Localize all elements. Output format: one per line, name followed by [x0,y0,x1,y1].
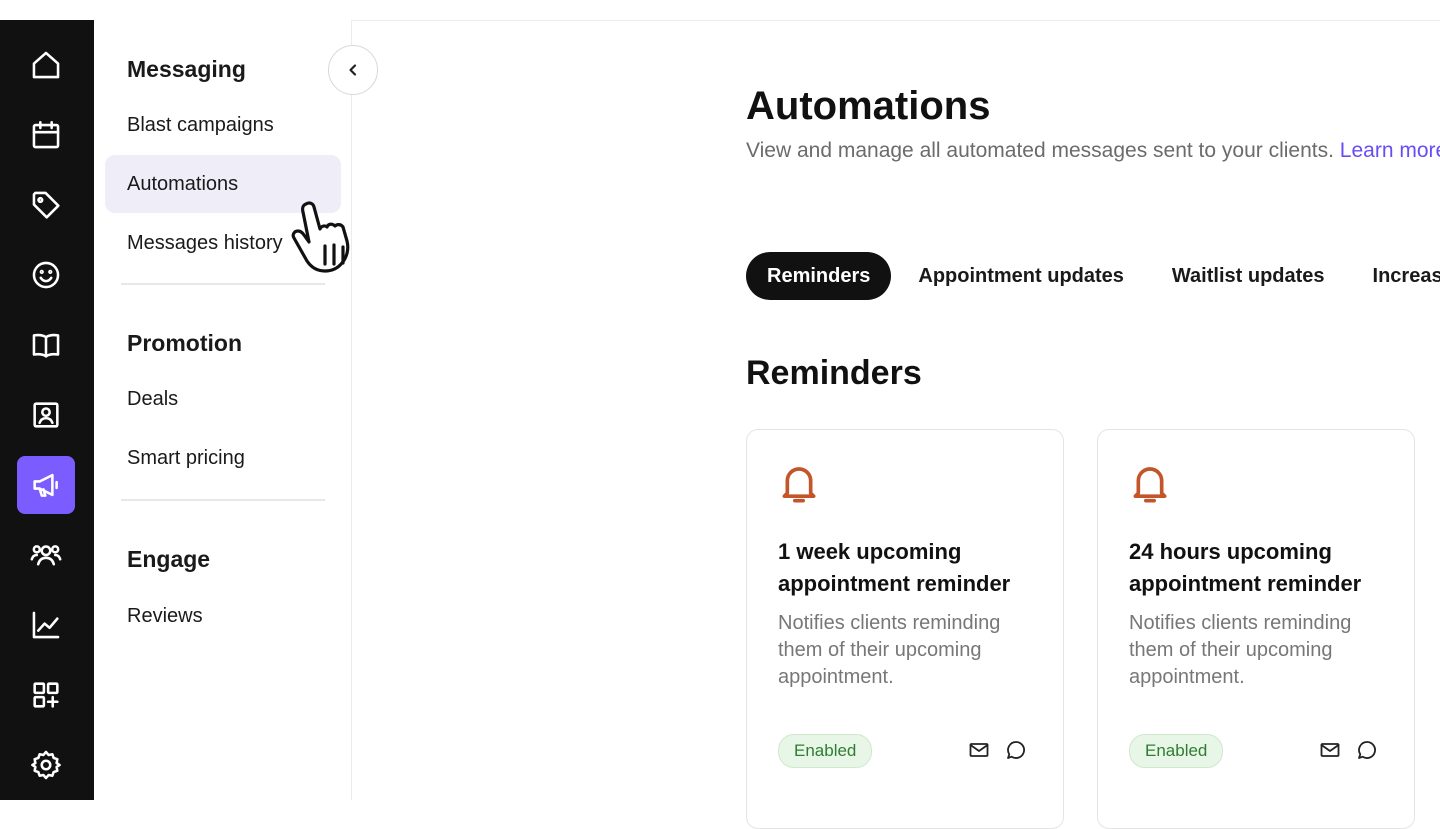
card-title: 24 hours upcoming appointment reminder [1129,539,1362,596]
tag-icon [32,191,60,219]
email-icon [967,738,991,762]
rail-book-button[interactable] [17,316,75,374]
collapse-sidebar-button[interactable] [328,45,378,95]
subnav-item-messages-history[interactable]: Messages history [105,214,341,272]
home-icon [32,51,60,79]
bell-icon [1130,462,1170,506]
automation-card[interactable]: 1 week upcoming appointment reminder Not… [746,429,1064,829]
email-icon [1318,738,1342,762]
contact-card-icon [33,402,59,428]
rail-settings-button[interactable] [17,736,75,794]
team-icon [30,545,62,566]
rail-smiley-button[interactable] [17,246,75,304]
gear-icon [31,750,61,780]
bell-icon [779,462,819,506]
rail-home-button[interactable] [17,36,75,94]
page-subtitle: View and manage all automated messages s… [746,139,1440,163]
chevron-left-icon [349,64,357,76]
card-title: 1 week upcoming appointment reminder [778,539,1011,596]
smiley-icon [32,261,60,289]
page-title: Automations [746,84,991,128]
megaphone-icon [33,473,58,497]
subnav-item-blast-campaigns[interactable]: Blast campaigns [105,96,341,154]
section-title: Reminders [746,354,922,392]
rail-marketing-button[interactable] [17,456,75,514]
tab-reminders[interactable]: Reminders [746,252,892,300]
subnav-item-reviews[interactable]: Reviews [105,587,341,645]
chart-icon [32,611,60,639]
subnav-item-smart-pricing[interactable]: Smart pricing [105,429,341,487]
status-badge: Enabled [778,734,873,768]
status-badge: Enabled [1129,734,1224,768]
rail-team-button[interactable] [17,526,75,584]
rail-calendar-button[interactable] [17,106,75,164]
book-icon [32,333,60,358]
group-title-messaging: Messaging [127,56,246,82]
group-title-promotion: Promotion [127,330,242,356]
icon-rail [0,20,94,800]
page-subtitle-text: View and manage all automated messages s… [746,139,1334,162]
rail-contacts-button[interactable] [17,386,75,444]
card-description: Notifies clients reminding them of their… [778,612,1001,688]
rail-tag-button[interactable] [17,176,75,234]
calendar-icon [32,120,60,149]
tab-increase[interactable]: Increase [1352,252,1440,300]
subnav-item-deals[interactable]: Deals [105,370,341,428]
tab-waitlist-updates[interactable]: Waitlist updates [1151,252,1346,300]
rail-reports-button[interactable] [17,596,75,654]
group-title-engage: Engage [127,546,211,572]
automation-card[interactable]: 24 hours upcoming appointment reminder N… [1097,429,1415,829]
automation-tabs: Reminders Appointment updates Waitlist upd… [746,252,1440,300]
tab-appointment-updates[interactable]: Appointment updates [897,252,1145,300]
marketing-subnav: Messaging Blast campaigns Automations Me… [94,20,352,800]
card-description: Notifies clients reminding them of their… [1129,612,1352,688]
chat-bubble-icon [1355,738,1379,762]
divider [121,283,325,285]
add-apps-icon [33,682,59,708]
divider [121,499,325,501]
learn-more-link[interactable]: Learn more [1340,139,1440,162]
rail-addons-button[interactable] [17,666,75,724]
chat-bubble-icon [1004,738,1028,762]
top-bar [0,0,1440,21]
subnav-item-automations[interactable]: Automations [105,155,341,213]
